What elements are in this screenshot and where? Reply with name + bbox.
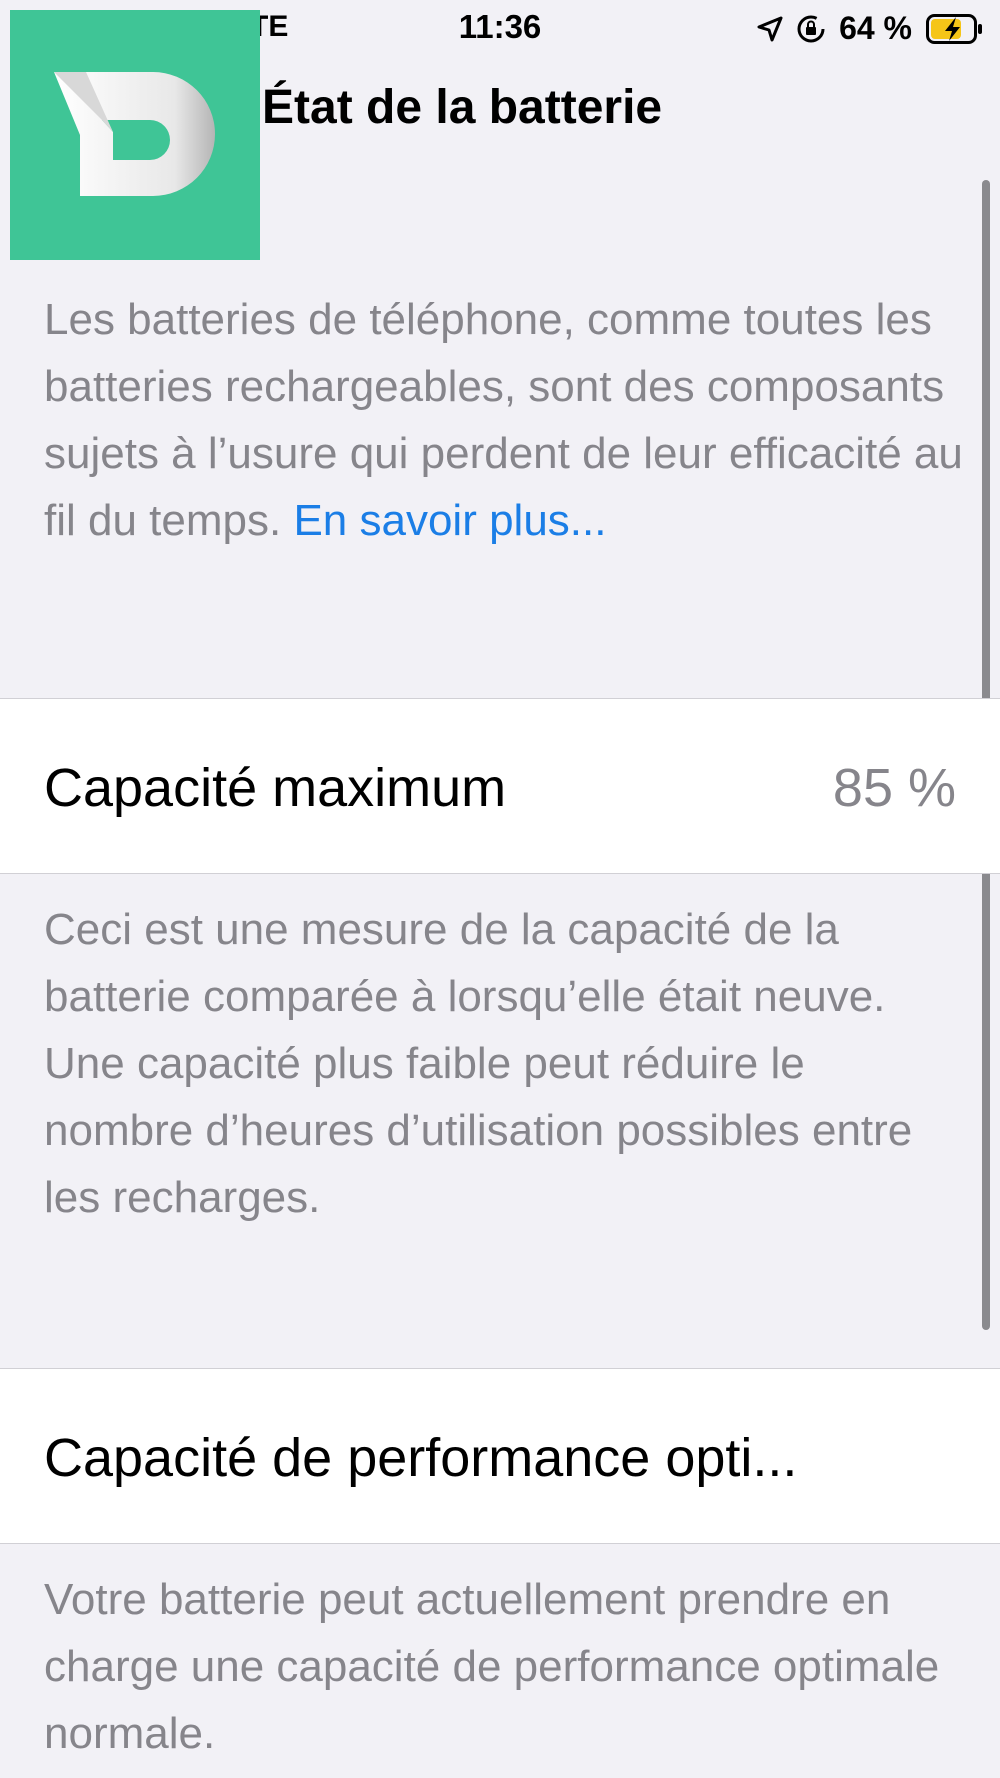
battery-charging-icon [926,13,984,44]
max-capacity-value: 85 % [832,758,956,818]
location-arrow-icon [755,14,785,44]
rotation-lock-icon [795,13,827,45]
max-capacity-description: Ceci est une mesure de la capacité de la… [44,905,913,1222]
max-capacity-row: Capacité maximum 85 % [0,698,1000,874]
battery-percent: 64 % [839,10,912,46]
performance-capacity-row: Capacité de performance opti... [0,1368,1000,1544]
max-capacity-label: Capacité maximum [44,758,507,818]
brand-logo [10,10,260,260]
performance-description: Votre batterie peut actuellement prendre… [44,1575,940,1758]
page-title: État de la batterie [262,81,663,134]
performance-capacity-label: Capacité de performance opti... [44,1428,798,1488]
status-icons: 64 % [755,10,984,47]
d-logo-icon [54,72,215,196]
learn-more-link[interactable]: En savoir plus... [293,496,606,545]
battery-health-screen: TE 11:36 64 % État de la batterie Les ba… [0,0,1000,1778]
intro-text: Les batteries de téléphone, comme toutes… [44,286,964,554]
